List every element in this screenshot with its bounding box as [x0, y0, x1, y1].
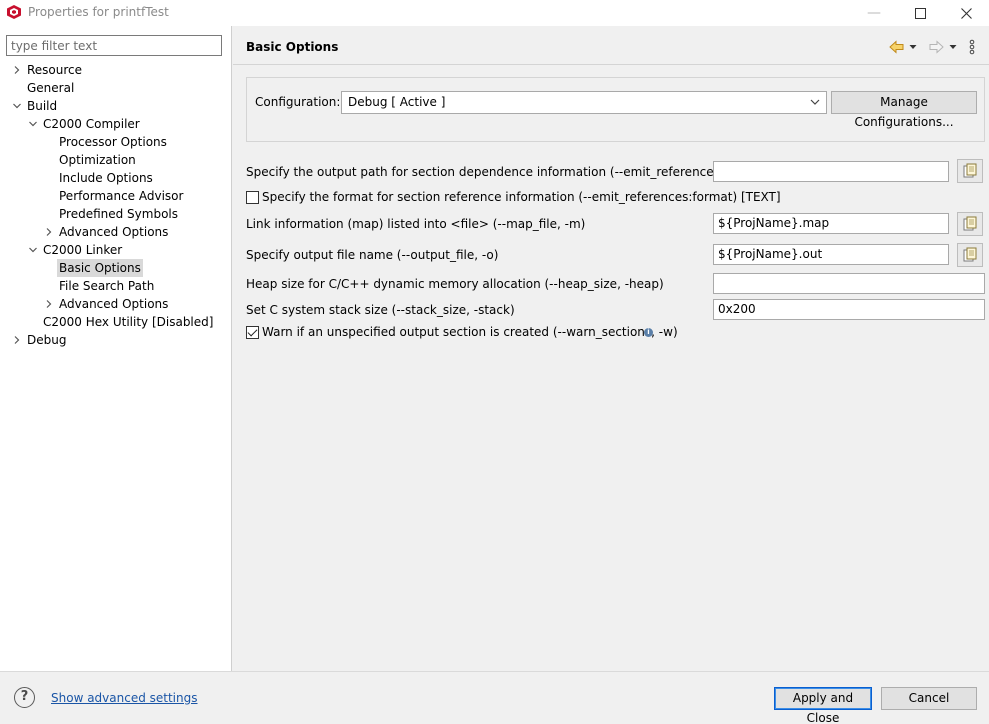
tree-item[interactable]: File Search Path — [0, 277, 232, 295]
page-title: Basic Options — [246, 40, 339, 54]
map-file-browse-button[interactable] — [957, 212, 983, 236]
back-arrow-icon[interactable] — [889, 38, 905, 56]
apply-and-close-button[interactable]: Apply and Close — [774, 687, 872, 724]
tree-item[interactable]: Include Options — [0, 169, 232, 187]
navigation-panel: Resource General Build C2000 Compiler Proces… — [0, 26, 232, 671]
tree-item[interactable]: Optimization — [0, 151, 232, 169]
output-file-browse-button[interactable] — [957, 243, 983, 267]
emit-references-file-input[interactable] — [713, 161, 949, 182]
warn-sections-label: Warn if an unspecified output section is… — [262, 325, 678, 339]
tree-item-label: General — [27, 81, 75, 95]
chevron-right-icon[interactable] — [11, 331, 23, 349]
stack-size-input[interactable]: 0x200 — [713, 299, 985, 320]
tree-item-label: Include Options — [59, 171, 153, 185]
tree-item-label: Performance Advisor — [59, 189, 184, 203]
properties-page: Basic Options Configuration: Debug [ Act… — [233, 26, 989, 671]
tree-item[interactable]: Performance Advisor — [0, 187, 232, 205]
chevron-right-icon[interactable] — [43, 295, 55, 313]
chevron-down-icon[interactable] — [27, 241, 39, 259]
info-icon[interactable]: i — [644, 328, 653, 337]
tree-item[interactable]: Basic Options — [0, 259, 232, 277]
manage-configurations-button[interactable]: Manage Configurations... — [831, 91, 977, 129]
tree-item-label: Predefined Symbols — [59, 207, 179, 221]
map-file-label: Link information (map) listed into <file… — [246, 217, 586, 231]
tree-item-label: Processor Options — [59, 135, 167, 149]
tree-item[interactable]: C2000 Compiler — [0, 115, 232, 133]
chevron-down-icon[interactable] — [11, 97, 23, 115]
configuration-label: Configuration: — [255, 95, 341, 109]
configuration-dropdown[interactable]: Debug [ Active ] — [341, 91, 827, 114]
tree-item[interactable]: C2000 Linker — [0, 241, 232, 259]
warn-sections-checkbox[interactable] — [246, 326, 259, 339]
stack-size-label: Set C system stack size (--stack_size, -… — [246, 303, 515, 317]
tree-item[interactable]: Advanced Options — [0, 295, 232, 313]
tree-item[interactable]: Debug — [0, 331, 232, 349]
page-navigation — [889, 38, 981, 56]
output-file-input[interactable]: ${ProjName}.out — [713, 244, 949, 265]
title-separator — [233, 64, 989, 65]
help-icon[interactable]: ? — [14, 687, 35, 708]
chevron-right-icon[interactable] — [43, 223, 55, 241]
view-menu-icon[interactable] — [969, 38, 975, 56]
tree-item-label: C2000 Compiler — [43, 117, 140, 131]
app-logo-icon — [7, 5, 21, 19]
back-dropdown-chevron-icon[interactable] — [909, 38, 917, 56]
tree-item[interactable]: C2000 Hex Utility [Disabled] — [0, 313, 232, 331]
window-title: Properties for printfTest — [28, 5, 169, 19]
tree-item-label: Debug — [27, 333, 67, 347]
tree-item-label: C2000 Linker — [43, 243, 123, 257]
map-file-input[interactable]: ${ProjName}.map — [713, 213, 949, 234]
browse-file-icon — [963, 247, 977, 262]
emit-references-browse-button[interactable] — [957, 159, 983, 183]
tree-item[interactable]: Resource — [0, 61, 232, 79]
tree-item-label: Resource — [27, 63, 83, 77]
tree-item[interactable]: Predefined Symbols — [0, 205, 232, 223]
heap-size-input[interactable] — [713, 273, 985, 294]
browse-file-icon — [963, 216, 977, 231]
tree-item-label: Optimization — [59, 153, 136, 167]
chevron-down-icon — [810, 96, 820, 110]
heap-size-label: Heap size for C/C++ dynamic memory alloc… — [246, 277, 664, 291]
browse-file-icon — [963, 163, 977, 178]
output-file-label: Specify output file name (--output_file,… — [246, 248, 499, 262]
tree-item-label: Advanced Options — [59, 297, 169, 311]
emit-references-format-label: Specify the format for section reference… — [262, 190, 781, 204]
tree-item-label: Basic Options — [57, 259, 143, 277]
footer-separator — [0, 671, 989, 672]
cancel-button[interactable]: Cancel — [881, 687, 977, 710]
configuration-value: Debug [ Active ] — [348, 95, 446, 109]
tree-item-label: Advanced Options — [59, 225, 169, 239]
tree-item[interactable]: Advanced Options — [0, 223, 232, 241]
chevron-down-icon[interactable] — [27, 115, 39, 133]
filter-input[interactable] — [6, 35, 222, 56]
tree-item[interactable]: General — [0, 79, 232, 97]
close-icon[interactable] — [943, 0, 989, 26]
emit-references-format-checkbox[interactable] — [246, 191, 259, 204]
show-advanced-settings-link[interactable]: Show advanced settings — [51, 691, 198, 705]
emit-references-file-label: Specify the output path for section depe… — [246, 165, 747, 179]
forward-dropdown-chevron-icon[interactable] — [949, 38, 957, 56]
tree-item-label: Build — [27, 99, 58, 113]
forward-arrow-icon[interactable] — [928, 38, 944, 56]
tree-item[interactable]: Build — [0, 97, 232, 115]
minimize-icon[interactable]: — — [851, 0, 897, 26]
tree-item[interactable]: Processor Options — [0, 133, 232, 151]
chevron-right-icon[interactable] — [11, 61, 23, 79]
tree-item-label: File Search Path — [59, 279, 155, 293]
maximize-icon[interactable] — [897, 0, 943, 26]
title-bar: Properties for printfTest — — [0, 0, 989, 26]
configuration-group: Configuration: Debug [ Active ] Manage C… — [246, 77, 985, 142]
tree-item-label: C2000 Hex Utility [Disabled] — [43, 315, 214, 329]
